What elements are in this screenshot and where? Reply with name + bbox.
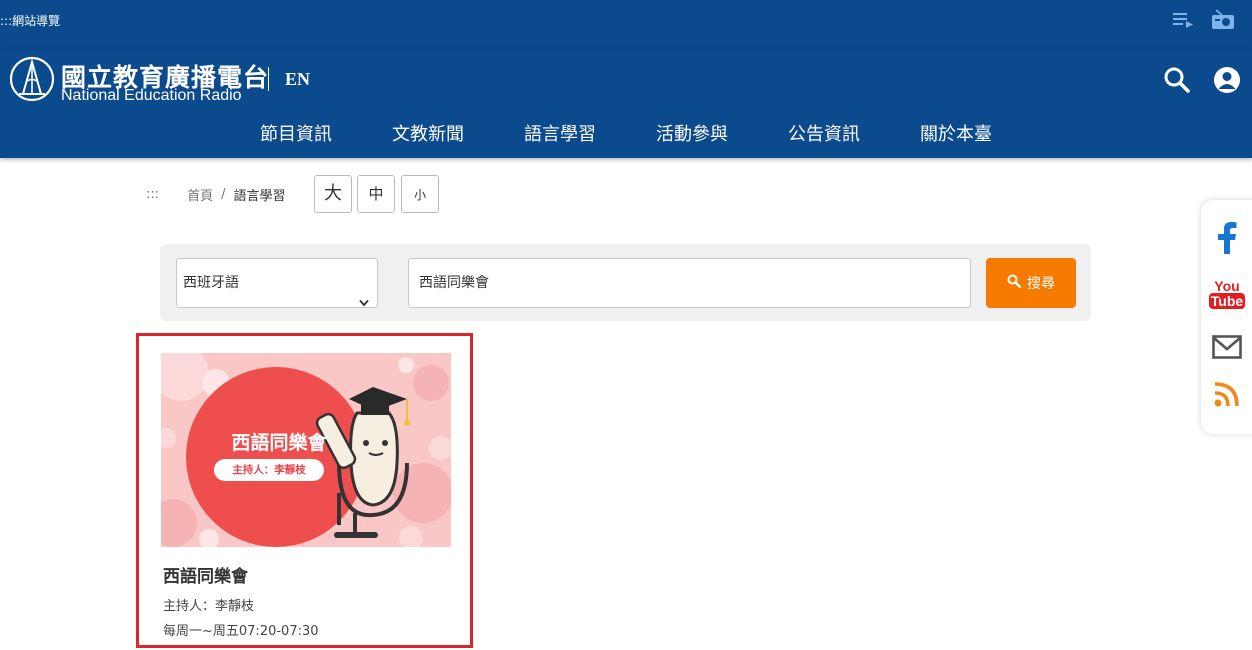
breadcrumb-marker[interactable]: :::	[146, 187, 159, 202]
nav-item-announcements[interactable]: 公告資訊	[758, 120, 890, 148]
thumbnail-title: 西語同樂會	[231, 432, 327, 454]
main-nav: 節目資訊 文教新聞 語言學習 活動參與 公告資訊 關於本臺	[230, 120, 1022, 148]
chevron-down-icon	[359, 279, 369, 307]
nav-item-news[interactable]: 文教新聞	[362, 120, 494, 148]
utility-bar: :::網站導覽	[0, 0, 1252, 49]
font-size-large-button[interactable]: 大	[314, 175, 352, 213]
radio-icon[interactable]	[1211, 8, 1235, 30]
search-button-label: 搜尋	[1027, 276, 1055, 292]
rss-icon[interactable]	[1211, 376, 1243, 412]
search-button[interactable]: 搜尋	[986, 258, 1076, 308]
language-select-value: 西班牙語	[183, 275, 239, 291]
user-account-icon[interactable]	[1213, 66, 1241, 94]
nav-item-activities[interactable]: 活動參與	[626, 120, 758, 148]
keyword-input[interactable]: 西語同樂會	[408, 258, 971, 308]
thumbnail-host-badge: 主持人：李靜枝	[214, 459, 324, 481]
nav-item-language-learning[interactable]: 語言學習	[494, 120, 626, 148]
site-map-link[interactable]: :::網站導覽	[0, 12, 60, 29]
youtube-label-top: You	[1214, 278, 1240, 294]
breadcrumb-home[interactable]: 首頁	[187, 185, 213, 204]
breadcrumb-separator: /	[221, 187, 226, 202]
mail-icon[interactable]	[1211, 329, 1243, 365]
youtube-icon[interactable]: You Tube	[1208, 276, 1246, 312]
nav-item-programs[interactable]: 節目資訊	[230, 120, 362, 148]
program-schedule: 每周一~周五07:20-07:30	[163, 624, 319, 639]
logo-title-en[interactable]: National Education Radio	[61, 87, 242, 105]
language-select[interactable]: 西班牙語	[176, 258, 378, 308]
english-link[interactable]: EN	[285, 69, 310, 90]
program-thumbnail: 西語同樂會 主持人：李靜枝	[161, 353, 451, 547]
logo-divider	[268, 67, 269, 91]
youtube-label-bottom: Tube	[1208, 293, 1246, 309]
facebook-icon[interactable]	[1211, 220, 1243, 256]
social-sidebar: You Tube	[1201, 200, 1252, 434]
font-size-medium-button[interactable]: 中	[357, 175, 395, 213]
search-icon[interactable]	[1163, 66, 1191, 94]
program-card[interactable]: 西語同樂會 主持人：李靜枝 西語同樂會 主持人：李靜枝 每周一~周五07:20-…	[136, 333, 473, 648]
playlist-icon[interactable]	[1172, 10, 1194, 30]
search-icon	[1007, 274, 1022, 292]
font-size-small-button[interactable]: 小	[401, 175, 439, 213]
ner-logo-icon[interactable]	[9, 56, 55, 102]
nav-item-about[interactable]: 關於本臺	[890, 120, 1022, 148]
breadcrumb: ::: 首頁 / 語言學習	[146, 185, 286, 204]
program-host: 主持人：李靜枝	[163, 599, 255, 614]
program-title[interactable]: 西語同樂會	[163, 562, 248, 587]
breadcrumb-current: 語言學習	[233, 189, 286, 204]
